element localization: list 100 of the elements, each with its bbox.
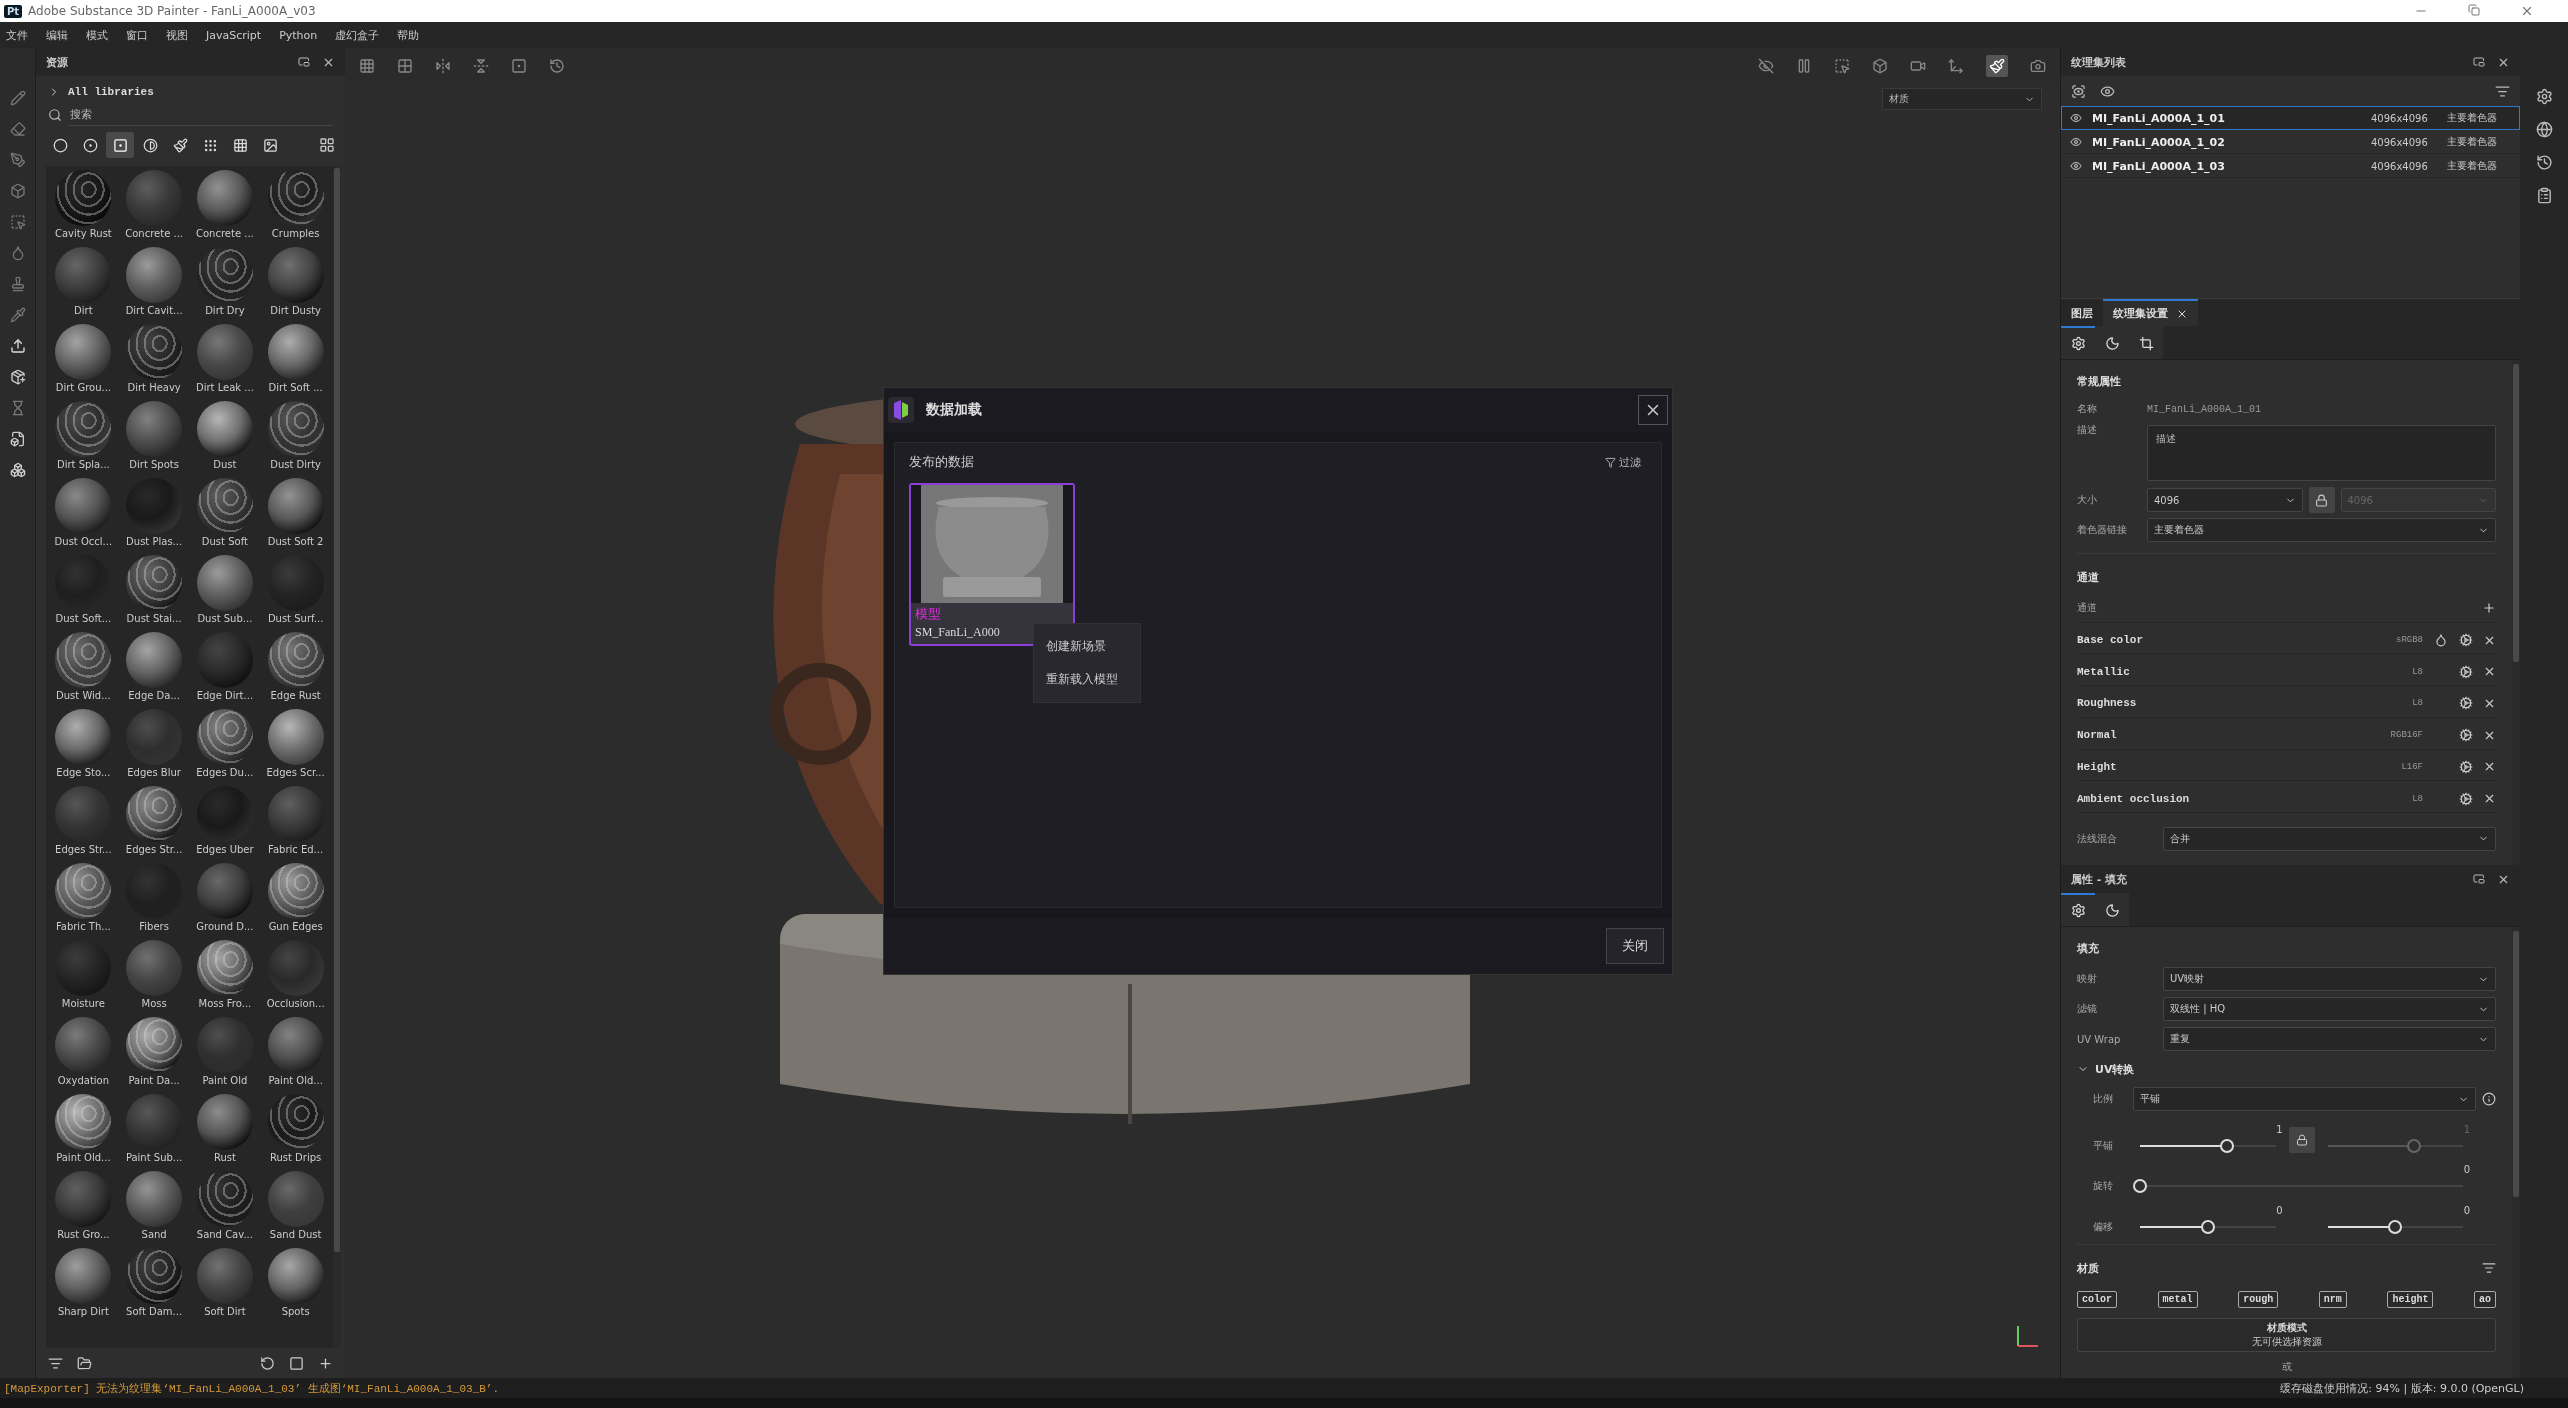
channel-toggle[interactable]: metal xyxy=(2157,1291,2198,1309)
mask-filter-button[interactable] xyxy=(106,132,134,158)
settings-icon[interactable] xyxy=(2459,696,2473,711)
settings-icon[interactable] xyxy=(2459,728,2473,743)
info-icon[interactable] xyxy=(2482,1092,2496,1107)
transform-icon[interactable] xyxy=(1948,58,1964,74)
refresh-icon[interactable] xyxy=(260,1355,275,1371)
menu-item[interactable]: 文件 xyxy=(6,27,28,43)
scrollbar-thumb[interactable] xyxy=(334,168,340,1252)
library-selector[interactable]: All libraries xyxy=(68,86,154,98)
texture-set-shader: 主要着色器 xyxy=(2447,135,2498,149)
lock-button[interactable] xyxy=(2308,487,2335,513)
mirror-vertical-icon[interactable] xyxy=(473,58,489,74)
selection-icon[interactable] xyxy=(9,214,26,230)
globe-icon[interactable] xyxy=(2535,121,2553,138)
float-panel-icon[interactable] xyxy=(2473,873,2485,885)
list-menu-icon[interactable] xyxy=(2482,1261,2496,1275)
channel-toggle[interactable]: height xyxy=(2387,1291,2434,1309)
shader-dropdown[interactable]: 主要着色器 xyxy=(2147,518,2496,542)
list-folder-icon[interactable] xyxy=(77,1355,92,1371)
size-dropdown[interactable]: 4096 xyxy=(2147,488,2303,512)
select-icon[interactable] xyxy=(1834,58,1850,74)
document-icon[interactable] xyxy=(9,431,26,447)
cube-icon[interactable] xyxy=(1872,58,1888,74)
eye-icon[interactable] xyxy=(2071,83,2086,99)
panel-title: 纹理集列表 xyxy=(2071,54,2126,70)
lock-button[interactable] xyxy=(2288,1126,2315,1153)
list-menu-icon[interactable] xyxy=(2495,83,2510,99)
menu-item[interactable]: 窗口 xyxy=(126,27,148,43)
close-icon[interactable] xyxy=(2520,4,2534,18)
settings-icon[interactable] xyxy=(2459,664,2473,679)
settings-tab[interactable] xyxy=(2061,326,2095,359)
pen-icon[interactable] xyxy=(9,152,26,168)
filter-button[interactable]: 过滤 xyxy=(1599,453,1647,471)
menu-item[interactable]: Python xyxy=(279,28,318,42)
channel-toggle[interactable]: color xyxy=(2077,1291,2117,1309)
normal-mix-dropdown[interactable]: 合并 xyxy=(2163,827,2496,851)
asset-label: Dirt Cavit... xyxy=(125,305,183,316)
settings-icon[interactable] xyxy=(2535,88,2553,105)
pipette-icon[interactable] xyxy=(9,307,26,323)
hidden-eye-icon[interactable] xyxy=(1758,58,1774,74)
cube-icon[interactable] xyxy=(9,183,26,199)
shader-sphere-tab[interactable] xyxy=(2095,893,2129,926)
camera-icon[interactable] xyxy=(1910,58,1926,74)
mirror-horizontal-icon[interactable] xyxy=(435,58,451,74)
eye-icon[interactable] xyxy=(2070,112,2082,124)
scrollbar-thumb[interactable] xyxy=(2513,931,2519,1197)
eye-icon[interactable] xyxy=(2070,136,2082,148)
description-field[interactable]: 描述 xyxy=(2147,425,2496,481)
float-panel-icon[interactable] xyxy=(298,56,310,68)
stamp-icon[interactable] xyxy=(9,276,26,292)
eraser-icon[interactable] xyxy=(9,121,26,137)
settings-icon[interactable] xyxy=(2459,759,2473,774)
texture-set-row[interactable]: MI_FanLi_A000A_1_01 4096x4096 主要着色器 xyxy=(2061,106,2520,130)
restore-icon[interactable] xyxy=(2468,4,2480,16)
scrollbar-thumb[interactable] xyxy=(2513,364,2519,663)
pause-icon[interactable] xyxy=(1796,58,1812,74)
float-panel-icon[interactable] xyxy=(2473,56,2485,68)
settings-tab[interactable] xyxy=(2061,893,2095,926)
grid-view-icon[interactable] xyxy=(319,137,335,153)
history-icon[interactable] xyxy=(2535,154,2553,171)
material-mode-box[interactable]: 材质模式 无可供选择资源 xyxy=(2077,1318,2496,1353)
settings-icon[interactable] xyxy=(2459,633,2473,648)
search-field[interactable]: 搜索 xyxy=(68,104,333,126)
fill-dropdown[interactable]: UV映射 xyxy=(2163,967,2496,991)
menu-item[interactable]: 重新载入模型 xyxy=(1034,663,1140,696)
pencil-icon[interactable] xyxy=(9,90,26,106)
panel-tab[interactable]: 纹理集设置 xyxy=(2103,299,2198,326)
menu-item[interactable]: 虚幻盒子 xyxy=(335,27,380,43)
menu-item[interactable]: 模式 xyxy=(86,27,108,43)
shading-mode-dropdown[interactable]: 材质 xyxy=(1882,88,2042,110)
screenshot-icon[interactable] xyxy=(2030,58,2046,74)
menu-item[interactable]: 编辑 xyxy=(46,27,68,43)
menu-item[interactable]: 视图 xyxy=(166,27,188,43)
split-view-icon[interactable] xyxy=(397,58,413,74)
close-button[interactable]: 关闭 xyxy=(1606,928,1664,964)
eye-icon[interactable] xyxy=(2070,160,2082,172)
menu-item[interactable]: 帮助 xyxy=(397,27,420,43)
frame-icon[interactable] xyxy=(511,58,527,74)
channel-toggle[interactable]: ao xyxy=(2473,1291,2496,1309)
settings-icon[interactable] xyxy=(2459,791,2473,806)
close-button[interactable] xyxy=(1638,395,1668,425)
export-icon[interactable] xyxy=(9,338,26,354)
grid-icon[interactable] xyxy=(359,58,375,74)
add-icon[interactable] xyxy=(2482,601,2496,616)
eye-icon[interactable] xyxy=(2100,83,2115,99)
fill-dropdown[interactable]: 重复 xyxy=(2163,1027,2496,1051)
scale-dropdown[interactable]: 平铺 xyxy=(2133,1087,2476,1112)
menu-item[interactable]: JavaScript xyxy=(206,28,262,42)
brush-tool-button[interactable] xyxy=(1986,55,2008,77)
history-icon[interactable] xyxy=(549,58,565,74)
channel-toggle[interactable]: nrm xyxy=(2318,1291,2347,1309)
color-drops-icon[interactable] xyxy=(2434,633,2448,648)
channel-format: L8 xyxy=(2412,793,2423,804)
add-icon[interactable] xyxy=(318,1355,333,1371)
channel-toggle[interactable]: rough xyxy=(2238,1291,2279,1309)
boxes-icon[interactable] xyxy=(9,462,26,478)
asset-label: Cavity Rust xyxy=(54,228,112,239)
fill-dropdown[interactable]: 双线性 | HQ xyxy=(2163,997,2496,1021)
clipboard-icon[interactable] xyxy=(2535,187,2553,204)
